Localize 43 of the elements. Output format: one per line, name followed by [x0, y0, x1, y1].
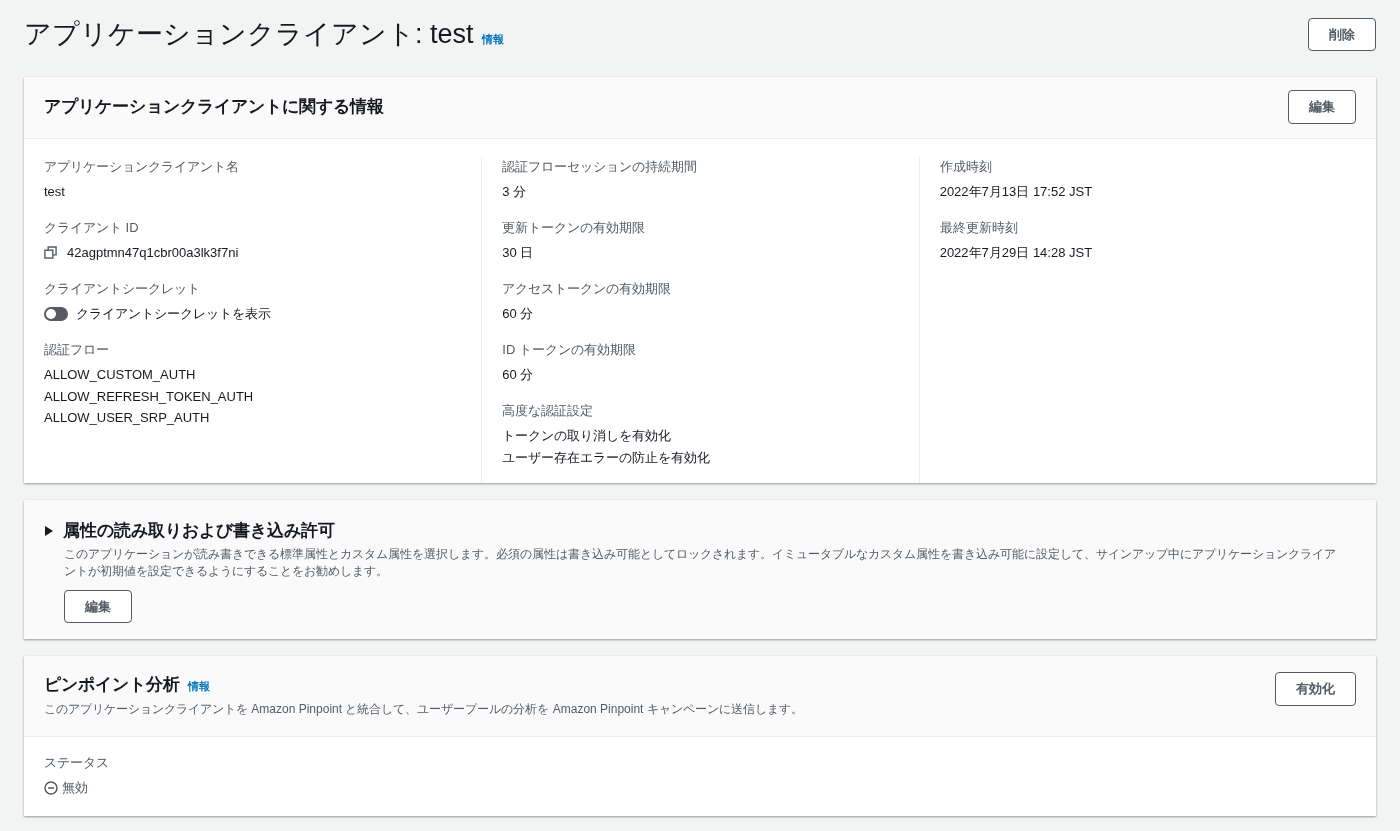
- expand-caret-icon[interactable]: [44, 525, 53, 536]
- field-label: 高度な認証設定: [502, 401, 595, 420]
- field-value: test: [44, 183, 66, 201]
- edit-button[interactable]: 編集: [64, 589, 132, 623]
- panel-title: 属性の読み取りおよび書き込み許可: [63, 520, 335, 542]
- panel-description: このアプリケーションクライアントを Amazon Pinpoint と統合して、ユーザープールの分析を Amazon Pinpoint キャンペーンに送信します。: [44, 700, 803, 718]
- page-title: アプリケーションクライアント: test: [24, 18, 474, 51]
- field-value: 2022年7月13日 17:52 JST: [939, 183, 1094, 201]
- field-label: 認証フローセッションの持続期間: [502, 157, 699, 176]
- field-label: ステータス: [44, 753, 110, 772]
- field-label: 更新トークンの有効期限: [502, 218, 647, 237]
- field-value: 3 分: [502, 183, 528, 201]
- panel-title: ピンポイント分析: [44, 674, 180, 696]
- field-label: 作成時刻: [939, 157, 993, 176]
- field-value: 2022年7月29日 14:28 JST: [939, 244, 1094, 262]
- edit-button[interactable]: 編集: [1288, 90, 1356, 124]
- info-link[interactable]: 情報: [481, 31, 504, 48]
- panel-description: このアプリケーションが読み書きできる標準属性とカスタム属性を選択します。必須の属性は書き込み可能としてロックされます。イミュータブルなカスタム属性を書き込み可能に設定して、サインアップ中にアプリケーションクライアントが初期値を設定できるようにすることをお勧めします。: [64, 545, 1337, 580]
- field-value: 60 分: [502, 366, 535, 384]
- copy-icon[interactable]: [44, 246, 57, 260]
- field-value: ALLOW_CUSTOM_AUTH: [44, 366, 197, 384]
- field-value: ユーザー存在エラーの防止を有効化: [502, 448, 712, 467]
- status-value: 無効: [62, 779, 88, 797]
- field-value: ALLOW_USER_SRP_AUTH: [44, 409, 211, 427]
- toggle-label: クライアントシークレットを表示: [76, 305, 271, 323]
- delete-button[interactable]: 削除: [1308, 17, 1376, 51]
- field-label: クライアント ID: [44, 218, 140, 237]
- enable-button[interactable]: 有効化: [1275, 672, 1356, 706]
- field-value: ALLOW_REFRESH_TOKEN_AUTH: [44, 387, 255, 406]
- field-value: 30 日: [502, 244, 535, 262]
- panel-title: アプリケーションクライアントに関する情報: [44, 96, 384, 119]
- info-link[interactable]: 情報: [188, 678, 210, 695]
- field-value: トークンの取り消しを有効化: [502, 427, 673, 445]
- minus-circle-icon: [44, 780, 58, 795]
- field-label: アプリケーションクライアント名: [44, 157, 240, 176]
- field-label: ID トークンの有効期限: [502, 340, 637, 359]
- field-label: クライアントシークレット: [44, 279, 201, 298]
- field-label: 認証フロー: [44, 340, 110, 359]
- field-value: 60 分: [502, 305, 535, 323]
- toggle-switch[interactable]: [44, 306, 68, 321]
- field-value: 42agptmn47q1cbr00a3lk3f7ni: [67, 244, 239, 262]
- field-label: アクセストークンの有効期限: [502, 279, 673, 298]
- field-label: 最終更新時刻: [939, 218, 1019, 237]
